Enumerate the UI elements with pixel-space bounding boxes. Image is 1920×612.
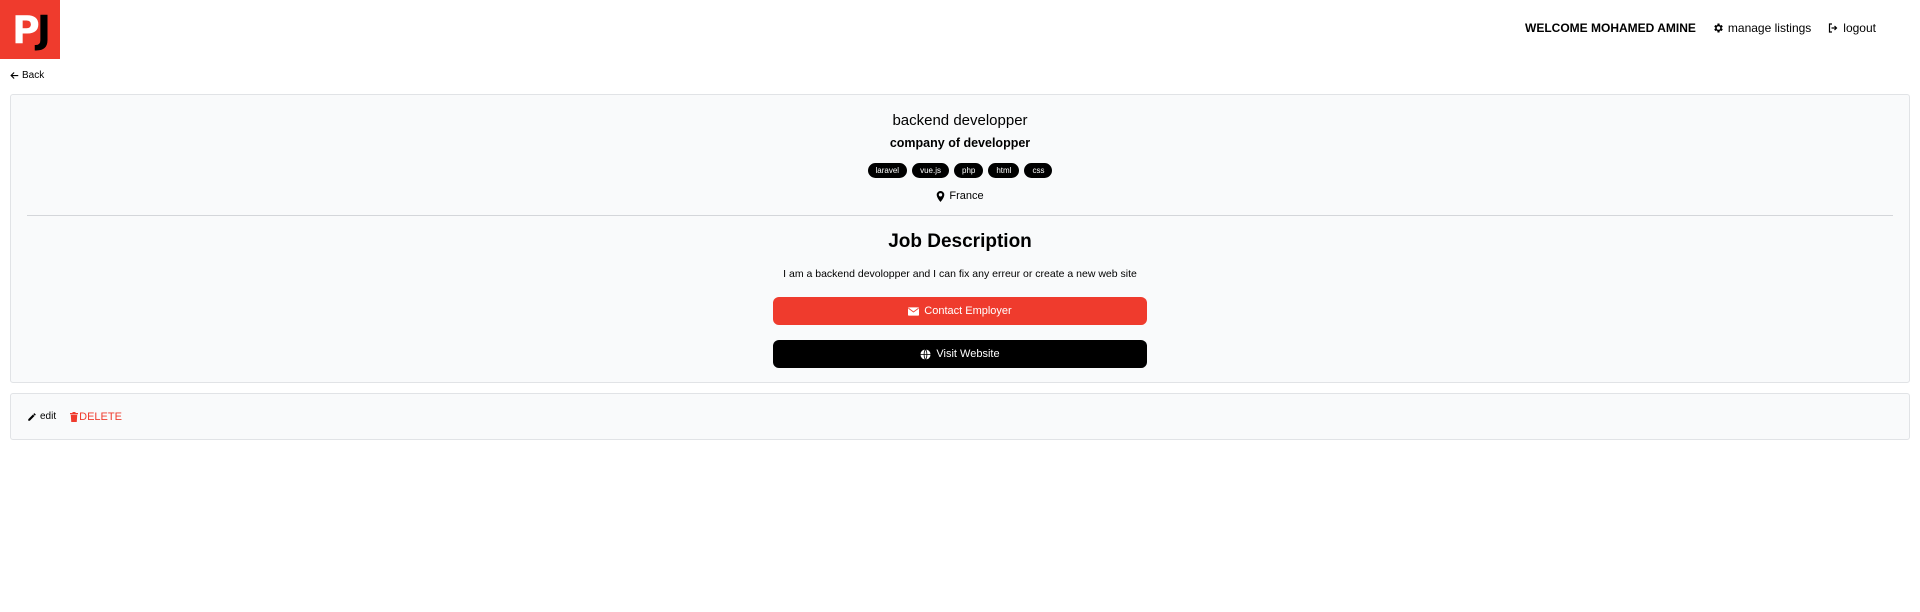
manage-listings-link[interactable]: manage listings	[1712, 21, 1811, 35]
arrow-left-icon	[10, 72, 19, 79]
contact-employer-button[interactable]: Contact Employer	[773, 297, 1147, 325]
logout-link[interactable]: logout	[1827, 21, 1876, 35]
back-label: Back	[22, 70, 45, 81]
location-label: France	[949, 190, 984, 202]
globe-icon	[920, 348, 931, 360]
job-title: backend developper	[892, 112, 1028, 129]
logout-icon	[1829, 23, 1838, 33]
listing-actions: edit DELETE	[10, 393, 1910, 440]
trash-icon	[70, 411, 79, 422]
edit-label: edit	[40, 411, 57, 422]
tag-html[interactable]: html	[988, 163, 1020, 178]
edit-button[interactable]: edit	[27, 411, 56, 422]
tag-vuejs[interactable]: vue.js	[912, 163, 949, 178]
visit-website-button[interactable]: Visit Website	[773, 340, 1147, 368]
listing-card: backend developper company of developper…	[10, 94, 1910, 383]
company-name: company of developper	[889, 136, 1031, 150]
welcome-message: WELCOME MOHAMED AMINE	[1525, 21, 1696, 35]
location-pin-icon	[937, 190, 945, 202]
contact-employer-label: Contact Employer	[924, 305, 1012, 317]
envelope-icon	[908, 306, 920, 316]
description-text: I am a backend devolopper and I can fix …	[783, 268, 1137, 280]
visit-website-label: Visit Website	[936, 348, 1000, 360]
logout-label: logout	[1843, 21, 1876, 35]
logo-letter-j: J	[36, 7, 51, 52]
description-heading: Job Description	[888, 231, 1032, 252]
delete-button[interactable]: DELETE	[70, 411, 122, 423]
logo-letter-p: P	[12, 7, 40, 52]
tag-list: laravel vue.js php html css	[11, 163, 1909, 178]
back-link[interactable]: Back	[10, 70, 44, 81]
section-divider	[27, 215, 1893, 216]
delete-label: DELETE	[79, 410, 122, 423]
top-navigation: WELCOME MOHAMED AMINE manage listings lo…	[1525, 21, 1876, 35]
pencil-icon	[28, 412, 36, 421]
tag-php[interactable]: php	[954, 163, 984, 178]
tag-laravel[interactable]: laravel	[867, 163, 908, 178]
tag-css[interactable]: css	[1024, 163, 1053, 178]
manage-listings-label: manage listings	[1727, 21, 1812, 35]
job-location: France	[11, 190, 1909, 202]
logo[interactable]: PJ	[0, 0, 60, 59]
gear-icon	[1714, 23, 1723, 33]
